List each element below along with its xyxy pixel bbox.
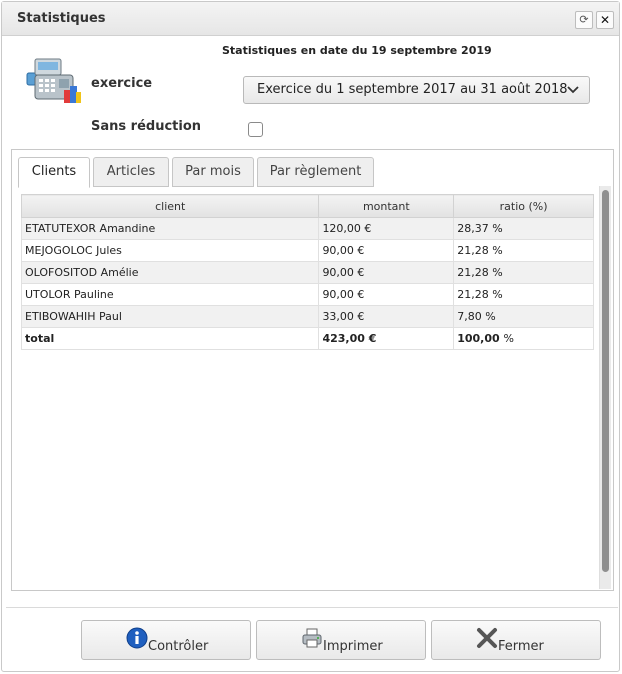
cell-montant: 90,00 € <box>318 261 455 284</box>
cell-ratio: 21,28 % <box>453 283 594 306</box>
vertical-scrollbar[interactable] <box>599 186 611 589</box>
clients-table: client montant ratio (%) ETATUTEXOR Aman… <box>20 194 594 350</box>
tab-panel: Clients Articles Par mois Par règlement … <box>11 149 614 591</box>
column-header-client[interactable]: client <box>20 194 320 218</box>
cell-ratio: 7,80 % <box>453 305 594 328</box>
cell-ratio: 21,28 % <box>453 239 594 262</box>
total-ratio-unit: % <box>503 332 514 345</box>
statistics-dialog: Statistiques ⟳ ✕ Statistiques en date du… <box>1 1 620 672</box>
footer-separator <box>6 607 618 608</box>
table-row[interactable]: MEJOGOLOC Jules 90,00 € 21,28 % <box>20 239 594 262</box>
title-bar: Statistiques ⟳ ✕ <box>2 2 619 36</box>
cell-client: ETATUTEXOR Amandine <box>20 217 320 240</box>
controler-button[interactable]: Contrôler <box>81 620 251 660</box>
cell-client: ETIBOWAHIH Paul <box>20 305 320 328</box>
tab-par-mois[interactable]: Par mois <box>172 157 254 187</box>
cash-register-icon <box>26 58 81 103</box>
stats-date-label: Statistiques en date du 19 septembre 201… <box>222 44 492 57</box>
table-header-row: client montant ratio (%) <box>20 194 594 218</box>
cell-montant: 120,00 € <box>318 217 455 240</box>
tab-par-reglement[interactable]: Par règlement <box>257 157 374 187</box>
sans-reduction-label: Sans réduction <box>91 119 202 134</box>
table-row[interactable]: ETIBOWAHIH Paul 33,00 € 7,80 % <box>20 305 594 328</box>
table-row[interactable]: ETATUTEXOR Amandine 120,00 € 28,37 % <box>20 217 594 240</box>
fermer-button[interactable]: Fermer <box>431 620 601 660</box>
scrollbar-thumb[interactable] <box>602 190 609 572</box>
tab-articles[interactable]: Articles <box>93 157 169 187</box>
column-header-ratio[interactable]: ratio (%) <box>453 194 594 218</box>
cell-total-ratio: 100,00 % <box>453 327 594 350</box>
chevron-down-icon <box>567 77 579 112</box>
exercice-select-value: Exercice du 1 septembre 2017 au 31 août … <box>257 82 568 97</box>
cell-montant: 90,00 € <box>318 283 455 306</box>
sans-reduction-checkbox[interactable] <box>248 122 263 137</box>
cell-client: UTOLOR Pauline <box>20 283 320 306</box>
imprimer-label: Imprimer <box>323 639 383 654</box>
cell-total-montant: 423,00 € <box>318 327 455 350</box>
cell-montant: 33,00 € <box>318 305 455 328</box>
table-row[interactable]: OLOFOSITOD Amélie 90,00 € 21,28 % <box>20 261 594 284</box>
close-icon[interactable]: ✕ <box>596 11 614 29</box>
cancel-icon <box>477 628 497 648</box>
total-ratio-value: 100,00 <box>457 332 500 345</box>
cell-ratio: 21,28 % <box>453 261 594 284</box>
cell-ratio: 28,37 % <box>453 217 594 240</box>
info-icon <box>126 627 148 649</box>
fermer-label: Fermer <box>498 639 544 654</box>
table-total-row[interactable]: total 423,00 € 100,00 % <box>20 327 594 350</box>
window-title: Statistiques <box>17 11 106 26</box>
exercice-label: exercice <box>91 76 153 91</box>
cell-montant: 90,00 € <box>318 239 455 262</box>
printer-icon <box>302 628 322 648</box>
cell-client: MEJOGOLOC Jules <box>20 239 320 262</box>
refresh-icon[interactable]: ⟳ <box>575 11 593 29</box>
column-header-montant[interactable]: montant <box>318 194 455 218</box>
cell-client: OLOFOSITOD Amélie <box>20 261 320 284</box>
tab-clients[interactable]: Clients <box>18 157 90 188</box>
controler-label: Contrôler <box>148 639 209 654</box>
exercice-select[interactable]: Exercice du 1 septembre 2017 au 31 août … <box>243 76 590 104</box>
cell-total-label: total <box>20 327 320 350</box>
table-row[interactable]: UTOLOR Pauline 90,00 € 21,28 % <box>20 283 594 306</box>
imprimer-button[interactable]: Imprimer <box>256 620 426 660</box>
